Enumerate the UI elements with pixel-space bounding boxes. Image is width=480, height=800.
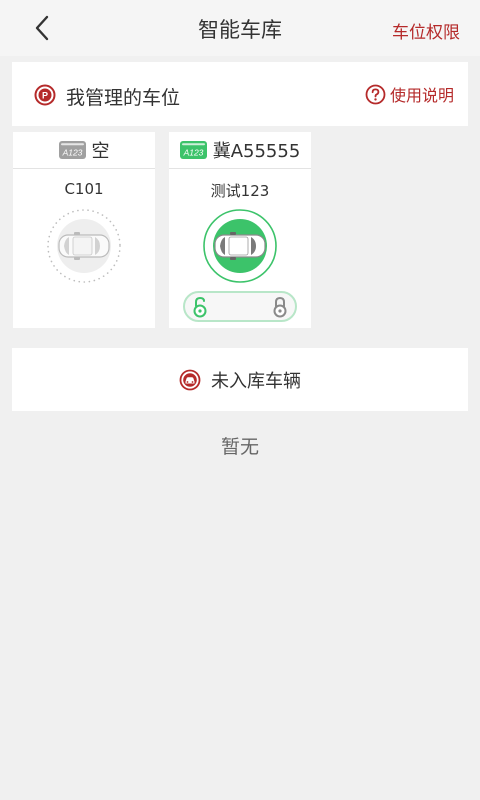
plate-row: A123 冀A55555 [169, 132, 311, 169]
parking-slot-card[interactable]: A123 冀A55555 测试123 [169, 132, 311, 328]
parking-permission-link[interactable]: 车位权限 [392, 18, 460, 43]
section-title: 我管理的车位 [66, 87, 181, 109]
lock-icon[interactable] [271, 296, 289, 318]
plate-number: 空 [91, 141, 110, 162]
lock-toggle[interactable] [183, 291, 297, 322]
svg-text:P: P [42, 91, 48, 101]
nav-bar: 智能车库 车位权限 [0, 0, 480, 56]
question-circle-icon [365, 84, 386, 104]
help-link[interactable]: 使用说明 [365, 82, 454, 106]
parking-slot-card[interactable]: A123 空 C101 [13, 132, 155, 328]
slot-name: C101 [64, 180, 104, 198]
car-occupied-icon [203, 209, 277, 283]
empty-state-text: 暂无 [220, 436, 259, 458]
license-plate-icon: A123 [58, 141, 86, 159]
car-front-icon [179, 369, 201, 390]
help-label: 使用说明 [389, 86, 454, 105]
slot-name: 测试123 [210, 182, 270, 200]
back-arrow-icon [35, 15, 49, 41]
plate-badge-text: A123 [182, 148, 203, 158]
plate-badge-text: A123 [61, 148, 82, 158]
my-spaces-header: P 我管理的车位 使用说明 [12, 62, 468, 126]
back-button[interactable] [26, 12, 58, 44]
unlock-icon[interactable] [191, 296, 209, 318]
plate-row: A123 空 [13, 132, 155, 169]
unentered-title: 未入库车辆 [211, 370, 301, 392]
plate-number: 冀A55555 [212, 141, 301, 162]
car-outline-icon [47, 209, 121, 283]
license-plate-icon: A123 [179, 141, 207, 159]
unentered-vehicles-header[interactable]: 未入库车辆 [12, 348, 468, 411]
parking-icon: P [34, 84, 56, 106]
